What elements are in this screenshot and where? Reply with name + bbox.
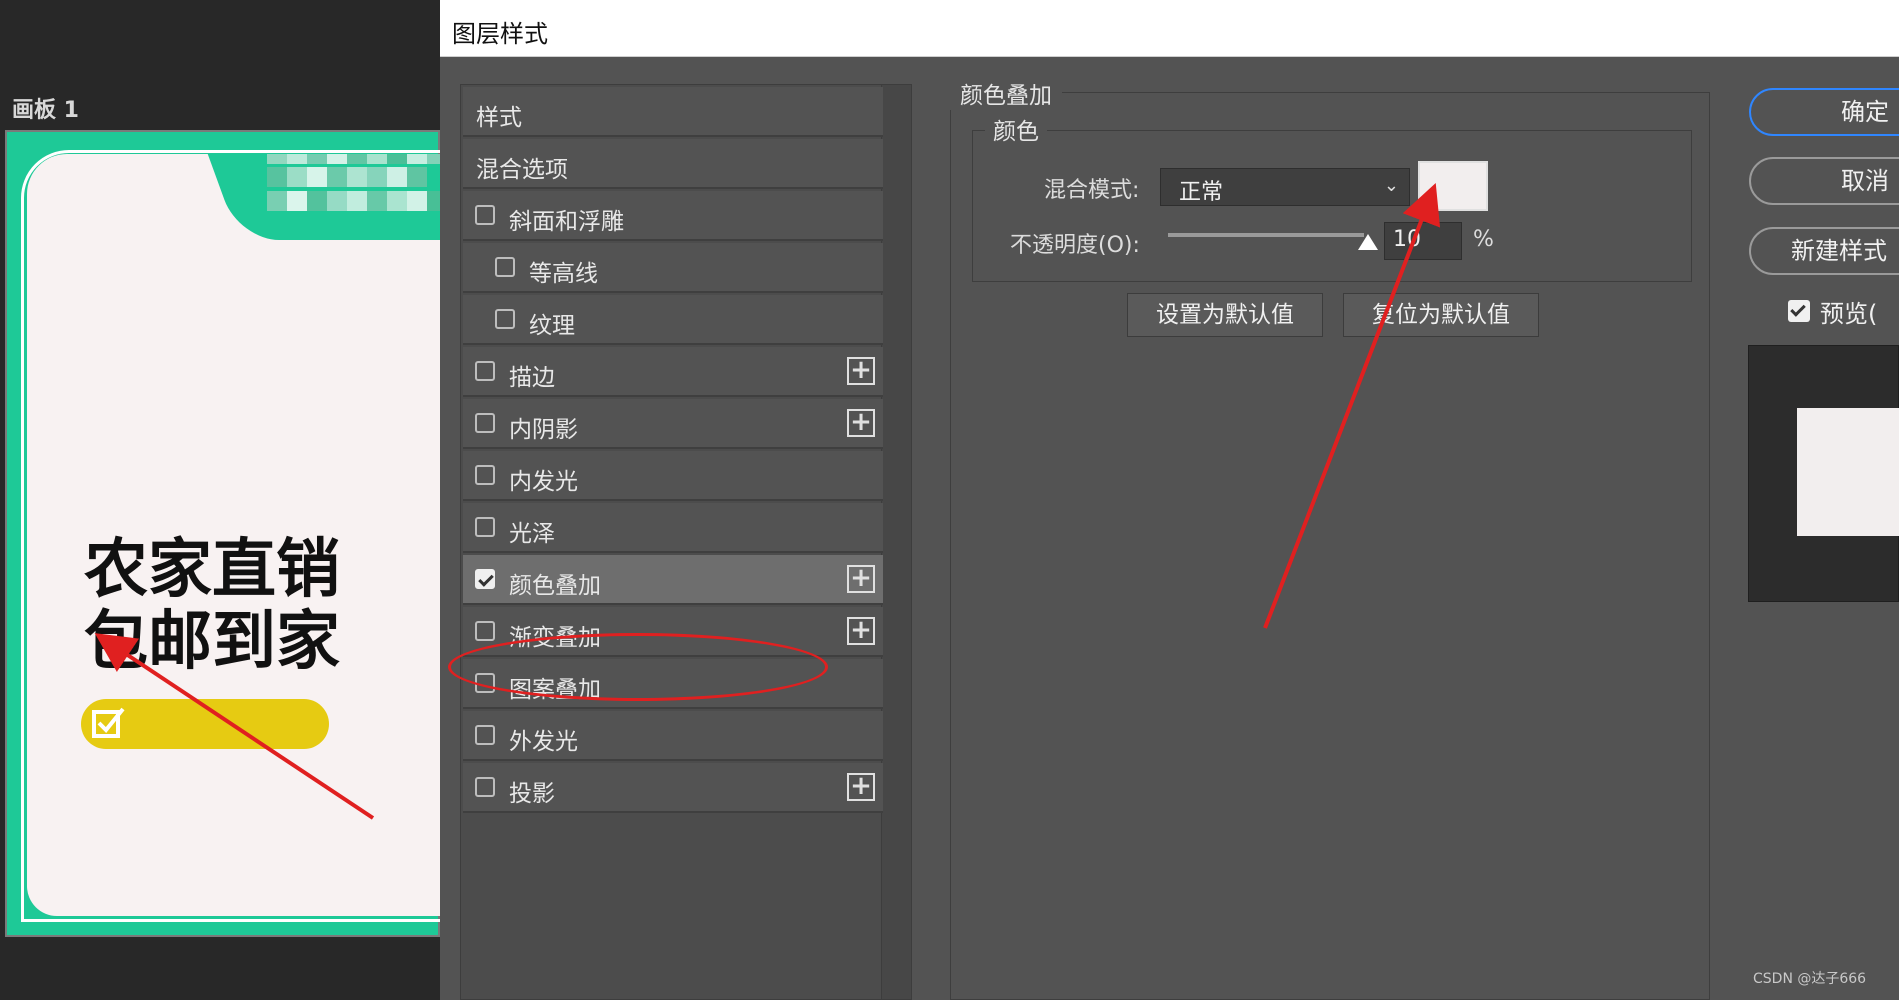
- annotation-arrow-swatch: [1263, 183, 1441, 629]
- watermark: CSDN @达子666: [1753, 971, 1867, 987]
- annotation-arrows: [94, 183, 1441, 820]
- annotation-arrow-pill: [94, 633, 375, 820]
